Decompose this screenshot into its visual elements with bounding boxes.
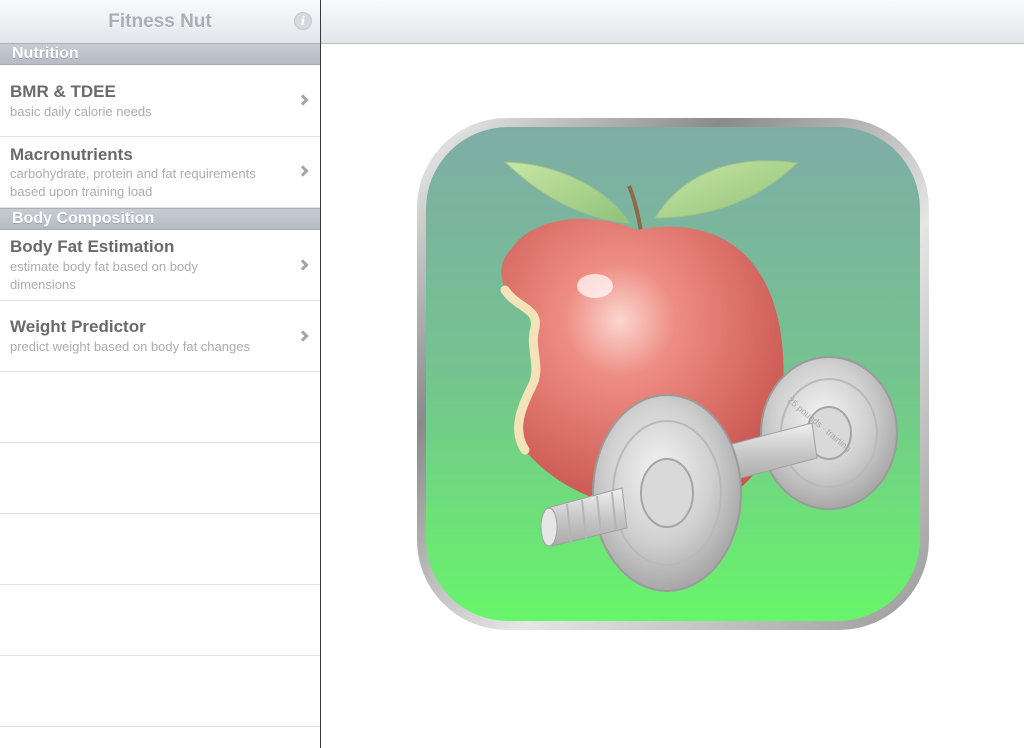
section-header-body-composition: Body Composition: [0, 208, 320, 230]
section-header-label: Nutrition: [12, 45, 79, 62]
row-bmr-tdee[interactable]: BMR & TDEE basic daily calorie needs: [0, 65, 320, 137]
row-subtitle: estimate body fat based on body dimensio…: [10, 259, 198, 292]
row-title: Body Fat Estimation: [10, 237, 175, 256]
master-pane: Fitness Nut i Nutrition BMR & TDEE basic…: [0, 0, 320, 748]
row-macronutrients[interactable]: Macronutrients carbohydrate, protein and…: [0, 137, 320, 208]
empty-row: [0, 443, 320, 514]
chevron-right-icon: [297, 94, 309, 106]
empty-row: [0, 656, 320, 727]
app-icon-image: 25 pounds · training: [417, 118, 929, 630]
nav-title: Fitness Nut: [108, 11, 212, 32]
section-header-label: Body Composition: [12, 210, 155, 227]
row-title: Weight Predictor: [10, 317, 146, 336]
section-header-nutrition: Nutrition: [0, 43, 320, 65]
row-title: BMR & TDEE: [10, 82, 116, 101]
detail-navigation-bar: [321, 0, 1024, 44]
row-body-fat-estimation[interactable]: Body Fat Estimation estimate body fat ba…: [0, 230, 320, 301]
master-navigation-bar: Fitness Nut i: [0, 0, 320, 44]
row-title: Macronutrients: [10, 145, 133, 164]
split-divider: [320, 0, 321, 748]
row-subtitle: carbohydrate, protein and fat requiremen…: [10, 166, 256, 199]
empty-row: [0, 514, 320, 585]
chevron-right-icon: [297, 165, 309, 177]
row-weight-predictor[interactable]: Weight Predictor predict weight based on…: [0, 301, 320, 372]
chevron-right-icon: [297, 259, 309, 271]
row-subtitle: predict weight based on body fat changes: [10, 339, 250, 354]
empty-row: [0, 585, 320, 656]
row-subtitle: basic daily calorie needs: [10, 104, 152, 119]
info-icon[interactable]: i: [294, 12, 312, 30]
chevron-right-icon: [297, 330, 309, 342]
empty-row: [0, 372, 320, 443]
split-view: Fitness Nut i Nutrition BMR & TDEE basic…: [0, 0, 1024, 748]
